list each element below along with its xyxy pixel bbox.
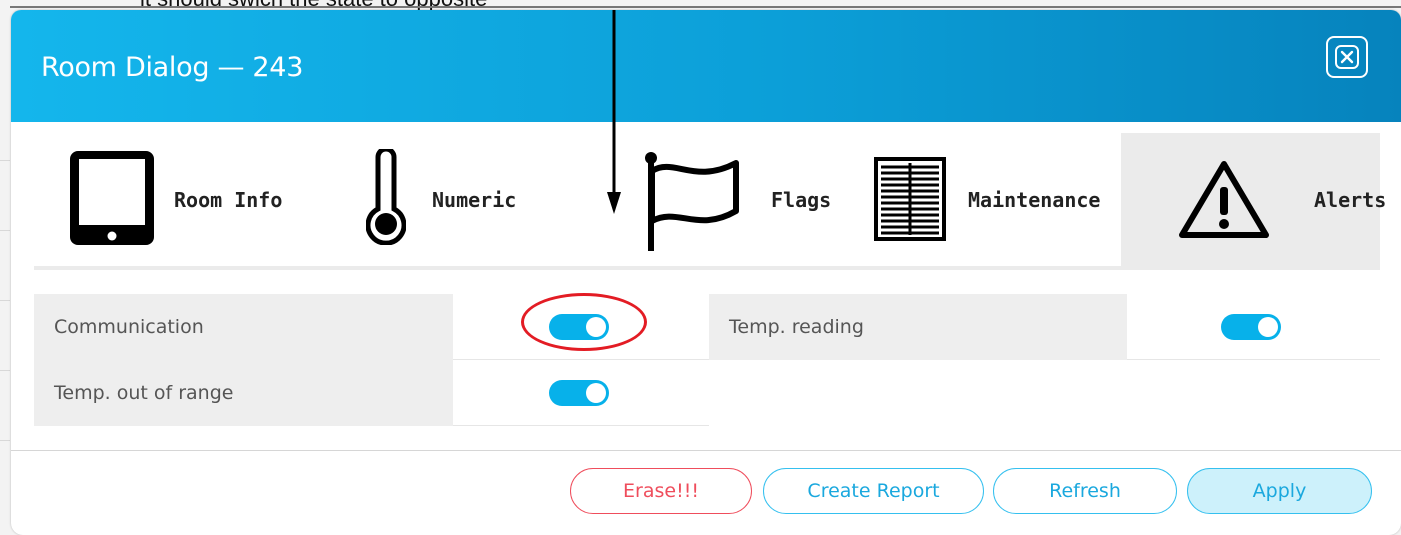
create-report-button[interactable]: Create Report <box>763 468 984 514</box>
tab-numeric[interactable]: Numeric <box>324 133 594 268</box>
close-icon <box>1335 45 1359 69</box>
warning-icon <box>1179 161 1269 238</box>
annotation-arrow <box>607 10 621 214</box>
close-button[interactable] <box>1326 36 1368 78</box>
erase-button[interactable]: Erase!!! <box>570 468 752 514</box>
dialog-header: Room Dialog — 243 <box>11 10 1401 122</box>
background-line <box>0 300 10 301</box>
room-dialog: Room Dialog — 243 Room Info Numeric Flag… <box>11 10 1401 535</box>
tab-room-info[interactable]: Room Info <box>34 133 324 268</box>
tablet-icon <box>70 151 154 245</box>
alert-label-communication: Communication <box>34 294 453 360</box>
tab-flags-label: Flags <box>771 188 832 212</box>
tab-room-info-label: Room Info <box>174 188 283 212</box>
alert-label-temp-out-of-range: Temp. out of range <box>34 360 453 426</box>
thermometer-icon <box>366 149 406 245</box>
background-line <box>0 230 10 231</box>
background-line <box>0 370 10 371</box>
temp-reading-toggle[interactable] <box>1221 314 1281 340</box>
highlight-circle <box>521 293 647 351</box>
tab-underline <box>34 266 1380 270</box>
background-line <box>0 440 10 441</box>
refresh-button[interactable]: Refresh <box>993 468 1177 514</box>
tab-maintenance-label: Maintenance <box>968 188 1101 212</box>
footer-divider <box>11 450 1401 451</box>
toggle-knob <box>1258 317 1278 337</box>
tab-alerts[interactable]: Alerts <box>1121 133 1386 268</box>
apply-button[interactable]: Apply <box>1187 468 1372 514</box>
alert-label-temp-reading: Temp. reading <box>709 294 1127 360</box>
background-line <box>0 160 10 161</box>
tab-bar: Room Info Numeric Flags Maintenance Aler… <box>34 133 1386 268</box>
tab-maintenance[interactable]: Maintenance <box>844 133 1121 268</box>
temp-out-of-range-toggle[interactable] <box>549 380 609 406</box>
tab-flags[interactable]: Flags <box>594 133 844 268</box>
toggle-knob <box>586 383 606 403</box>
annotation-rule <box>10 6 1401 8</box>
flag-icon <box>645 152 739 251</box>
tab-alerts-label: Alerts <box>1314 188 1387 212</box>
alert-toggle-cell <box>1127 294 1380 360</box>
tab-numeric-label: Numeric <box>432 188 517 212</box>
document-icon <box>874 157 946 241</box>
dialog-title: Room Dialog — 243 <box>41 52 304 83</box>
alert-toggle-cell <box>453 360 709 426</box>
